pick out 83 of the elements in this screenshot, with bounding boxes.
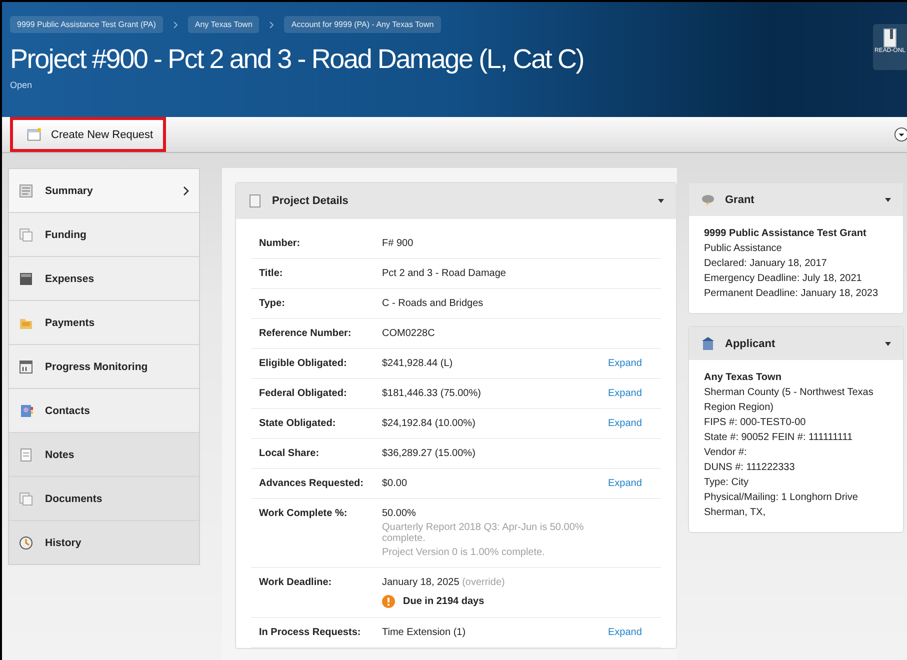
field-value: COM0228C: [382, 328, 436, 339]
info-line: Physical/Mailing: 1 Longhorn Drive: [704, 491, 859, 505]
window-icon: [27, 128, 41, 142]
page-title: Project #900 - Pct 2 and 3 - Road Damage (L, Cat C): [10, 44, 584, 75]
expand-link[interactable]: Expand: [608, 358, 661, 369]
field-label: Eligible Obligated:: [259, 358, 348, 369]
caret-icon[interactable]: [885, 198, 891, 202]
info-line: Permanent Deadline: January 18, 2023: [704, 287, 880, 301]
info-line: Declared: January 18, 2017: [704, 257, 828, 271]
sidebar-item[interactable]: Progress Monitoring: [9, 345, 199, 389]
caret-icon[interactable]: [658, 199, 664, 203]
calculator-icon: [19, 272, 33, 286]
field-value: 50.00%: [382, 508, 417, 519]
clock-icon: [19, 536, 33, 550]
field-value: Time Extension (1): [382, 627, 467, 638]
field-value: Pct 2 and 3 - Road Damage: [382, 268, 507, 279]
field-value: $36,289.27 (15.00%): [382, 448, 476, 459]
info-line: Public Assistance: [704, 242, 783, 256]
override-note: (override): [462, 577, 505, 588]
card-title: Applicant: [725, 338, 776, 350]
sidebar-item[interactable]: Expenses: [9, 257, 199, 301]
caret-icon[interactable]: [885, 342, 891, 346]
cloud-icon: [701, 192, 715, 206]
chevron-icon: [183, 186, 189, 196]
card-name: 9999 Public Assistance Test Grant: [704, 227, 868, 241]
progress-note: Project Version 0 is 1.00% complete.: [382, 547, 546, 558]
field-value: January 18, 2025: [382, 577, 460, 588]
pages-icon: [19, 492, 33, 506]
sidebar-item[interactable]: Summary: [9, 169, 199, 213]
address-book-icon: [19, 404, 33, 418]
doc-icon: [19, 184, 33, 198]
field-value: $0.00: [382, 478, 408, 489]
field-value: C - Roads and Bridges: [382, 298, 484, 309]
field-label: Type:: [259, 298, 286, 309]
info-line: Sherman, TX,: [704, 506, 767, 520]
due-text: Due in 2194 days: [403, 596, 484, 607]
breadcrumb-link[interactable]: 9999 Public Assistance Test Grant (PA): [10, 16, 163, 33]
field-label: Work Deadline:: [259, 577, 333, 590]
breadcrumb-link[interactable]: Account for 9999 (PA) - Any Texas Town: [284, 16, 441, 33]
info-line: FIPS #: 000-TEST0-00: [704, 416, 807, 430]
status-text: Open: [10, 80, 34, 90]
calendar-icon: [19, 360, 33, 374]
card-name: Any Texas Town: [704, 371, 782, 385]
info-line: Sherman County (5 - Northwest Texas Region Region): [704, 386, 874, 415]
sidebar-item[interactable]: Contacts: [9, 389, 199, 433]
field-value: $181,446.33 (75.00%): [382, 388, 482, 399]
expand-link[interactable]: Expand: [608, 388, 661, 399]
chevron-icon: [172, 20, 178, 28]
info-line: Vendor #:: [704, 446, 748, 460]
card-title: Project Details: [272, 195, 350, 207]
building-icon: [701, 336, 715, 350]
card-title: Grant: [725, 194, 756, 206]
field-label: Advances Requested:: [259, 478, 364, 489]
doc-icon: [248, 194, 262, 208]
field-label: In Process Requests:: [259, 627, 362, 638]
breadcrumb-link[interactable]: Any Texas Town: [188, 16, 260, 33]
field-label: Federal Obligated:: [259, 388, 348, 399]
field-value: $24,192.84 (10.00%): [382, 418, 476, 429]
progress-note: Quarterly Report 2018 Q3: Apr-Jun is 50.00% complete.: [382, 522, 585, 544]
field-label: Work Complete %:: [259, 508, 348, 521]
field-label: Reference Number:: [259, 328, 352, 339]
expand-link[interactable]: Expand: [608, 418, 661, 429]
field-label: Title:: [259, 268, 284, 279]
info-line: Type: City: [704, 476, 750, 490]
note-icon: [19, 448, 33, 462]
info-line: Emergency Deadline: July 18, 2021: [704, 272, 863, 286]
field-value: F# 900: [382, 238, 414, 249]
pages-icon: [19, 228, 33, 242]
expand-link[interactable]: Expand: [608, 627, 661, 638]
field-label: Number:: [259, 238, 302, 249]
sidebar-item[interactable]: Payments: [9, 301, 199, 345]
book-icon: [883, 28, 897, 48]
dropdown-icon[interactable]: [894, 127, 907, 142]
sidebar-item[interactable]: Funding: [9, 213, 199, 257]
warning-icon: [382, 595, 395, 608]
expand-link[interactable]: Expand: [608, 478, 661, 489]
field-label: State Obligated:: [259, 418, 337, 429]
info-line: State #: 90052 FEIN #: 111111111: [704, 431, 854, 445]
create-request-button[interactable]: Create New Request: [10, 117, 166, 152]
field-label: Local Share:: [259, 448, 320, 459]
chevron-icon: [269, 20, 274, 28]
info-line: DUNS #: 111222333: [704, 461, 796, 475]
field-value: $241,928.44 (L): [382, 358, 454, 369]
